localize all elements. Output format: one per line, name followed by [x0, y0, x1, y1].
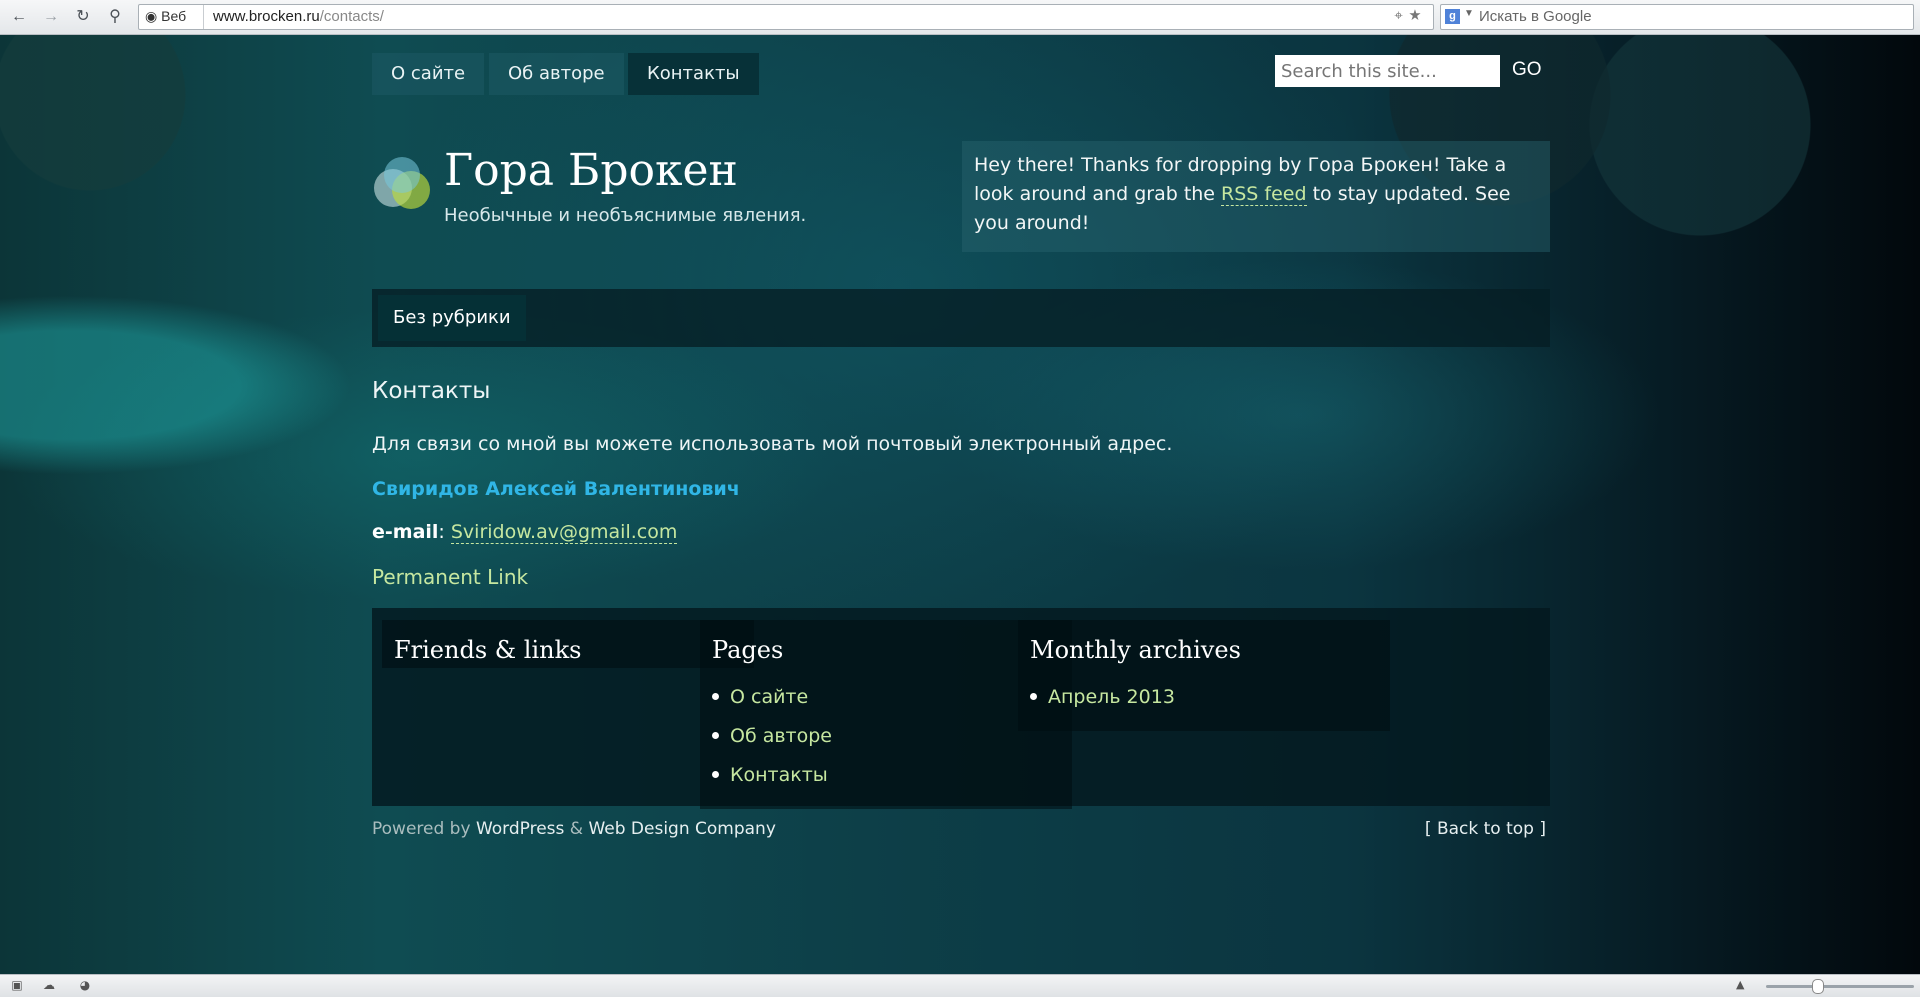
- widget-monthly-archives: Monthly archives Апрель 2013: [1018, 620, 1390, 731]
- status-bar: ▣ ☁ ◕ ▲: [0, 974, 1920, 997]
- rss-feed-link[interactable]: RSS feed: [1221, 183, 1307, 206]
- post-text: Для связи со мной вы можете использовать…: [372, 433, 1173, 455]
- page-content: О сайте Об авторе Контакты GO Гора Броке…: [0, 35, 1920, 974]
- zoom-slider-thumb[interactable]: [1812, 979, 1824, 994]
- chevron-down-icon[interactable]: ▼: [1464, 8, 1474, 19]
- url-text[interactable]: www.brocken.ru/contacts/: [213, 8, 384, 25]
- address-separator: [203, 5, 204, 29]
- search-go-button[interactable]: GO: [1512, 59, 1542, 81]
- widget-area: Friends & links Pages О сайте Об авторе …: [372, 608, 1550, 809]
- permanent-link[interactable]: Permanent Link: [372, 565, 528, 589]
- footer-amp: &: [569, 819, 584, 839]
- key-icon[interactable]: ⚲: [104, 6, 126, 28]
- zoom-slider-track[interactable]: [1766, 985, 1914, 988]
- site-search-input[interactable]: [1275, 55, 1500, 87]
- site-title[interactable]: Гора Брокен: [444, 145, 738, 196]
- site-description: Необычные и необъяснимые явления.: [444, 205, 807, 226]
- widget-pages: Pages О сайте Об авторе Контакты: [700, 620, 1072, 809]
- email-label: e-mail: [372, 521, 439, 543]
- nav-item-about-site[interactable]: О сайте: [372, 53, 485, 95]
- author-name: Свиридов Алексей Валентинович: [372, 478, 740, 500]
- wordpress-link[interactable]: WordPress: [476, 819, 564, 839]
- rss-icon[interactable]: ⌖: [1394, 7, 1408, 24]
- google-search-box[interactable]: g ▼ Искать в Google: [1440, 4, 1914, 30]
- category-uncategorized[interactable]: Без рубрики: [378, 295, 526, 341]
- panel-icon[interactable]: ▣: [10, 978, 24, 992]
- site-logo: [372, 153, 434, 215]
- widget-title-friends: Friends & links: [394, 636, 582, 664]
- footer-powered: Powered by: [372, 819, 471, 839]
- email-link[interactable]: Sviridow.av@gmail.com: [450, 521, 678, 544]
- browser-toolbar: ← → ↻ ⚲ ◉ Веб www.brocken.ru/contacts/ ⌖…: [0, 0, 1920, 35]
- category-bar: Без рубрики: [372, 289, 1550, 347]
- google-icon[interactable]: g: [1445, 9, 1460, 24]
- reload-icon[interactable]: ↻: [72, 6, 94, 28]
- email-line: e-mail: Sviridow.av@gmail.com: [372, 521, 678, 544]
- widget-title-archives: Monthly archives: [1030, 636, 1241, 664]
- welcome-box: Hey there! Thanks for dropping by Гора Б…: [962, 141, 1550, 252]
- star-icon[interactable]: ★: [1409, 7, 1427, 24]
- widget-friends-links: Friends & links: [382, 620, 754, 668]
- pages-item-contacts[interactable]: Контакты: [710, 758, 1072, 797]
- footer-credits: Powered by WordPress & Web Design Compan…: [372, 819, 776, 839]
- back-arrow-icon[interactable]: ←: [8, 6, 30, 28]
- archive-item-april-2013[interactable]: Апрель 2013: [1028, 680, 1390, 719]
- web-design-company-link[interactable]: Web Design Company: [588, 819, 775, 839]
- post-title: Контакты: [372, 378, 491, 404]
- address-bar[interactable]: ◉ Веб www.brocken.ru/contacts/ ⌖★: [138, 4, 1434, 30]
- address-icons: ⌖★: [1394, 7, 1427, 24]
- caret-up-icon[interactable]: ▲: [1736, 978, 1744, 991]
- speedometer-icon[interactable]: ◕: [78, 978, 92, 992]
- back-to-top-link[interactable]: [ Back to top ]: [1425, 819, 1546, 839]
- google-search-input[interactable]: Искать в Google: [1479, 8, 1592, 25]
- forward-arrow-icon[interactable]: →: [40, 6, 62, 28]
- web-label: ◉ Веб: [145, 8, 187, 24]
- nav-item-about-author[interactable]: Об авторе: [489, 53, 624, 95]
- widget-title-pages: Pages: [712, 636, 784, 664]
- nav-item-contacts[interactable]: Контакты: [628, 53, 759, 95]
- email-separator: :: [438, 521, 451, 543]
- cloud-icon[interactable]: ☁: [42, 978, 56, 992]
